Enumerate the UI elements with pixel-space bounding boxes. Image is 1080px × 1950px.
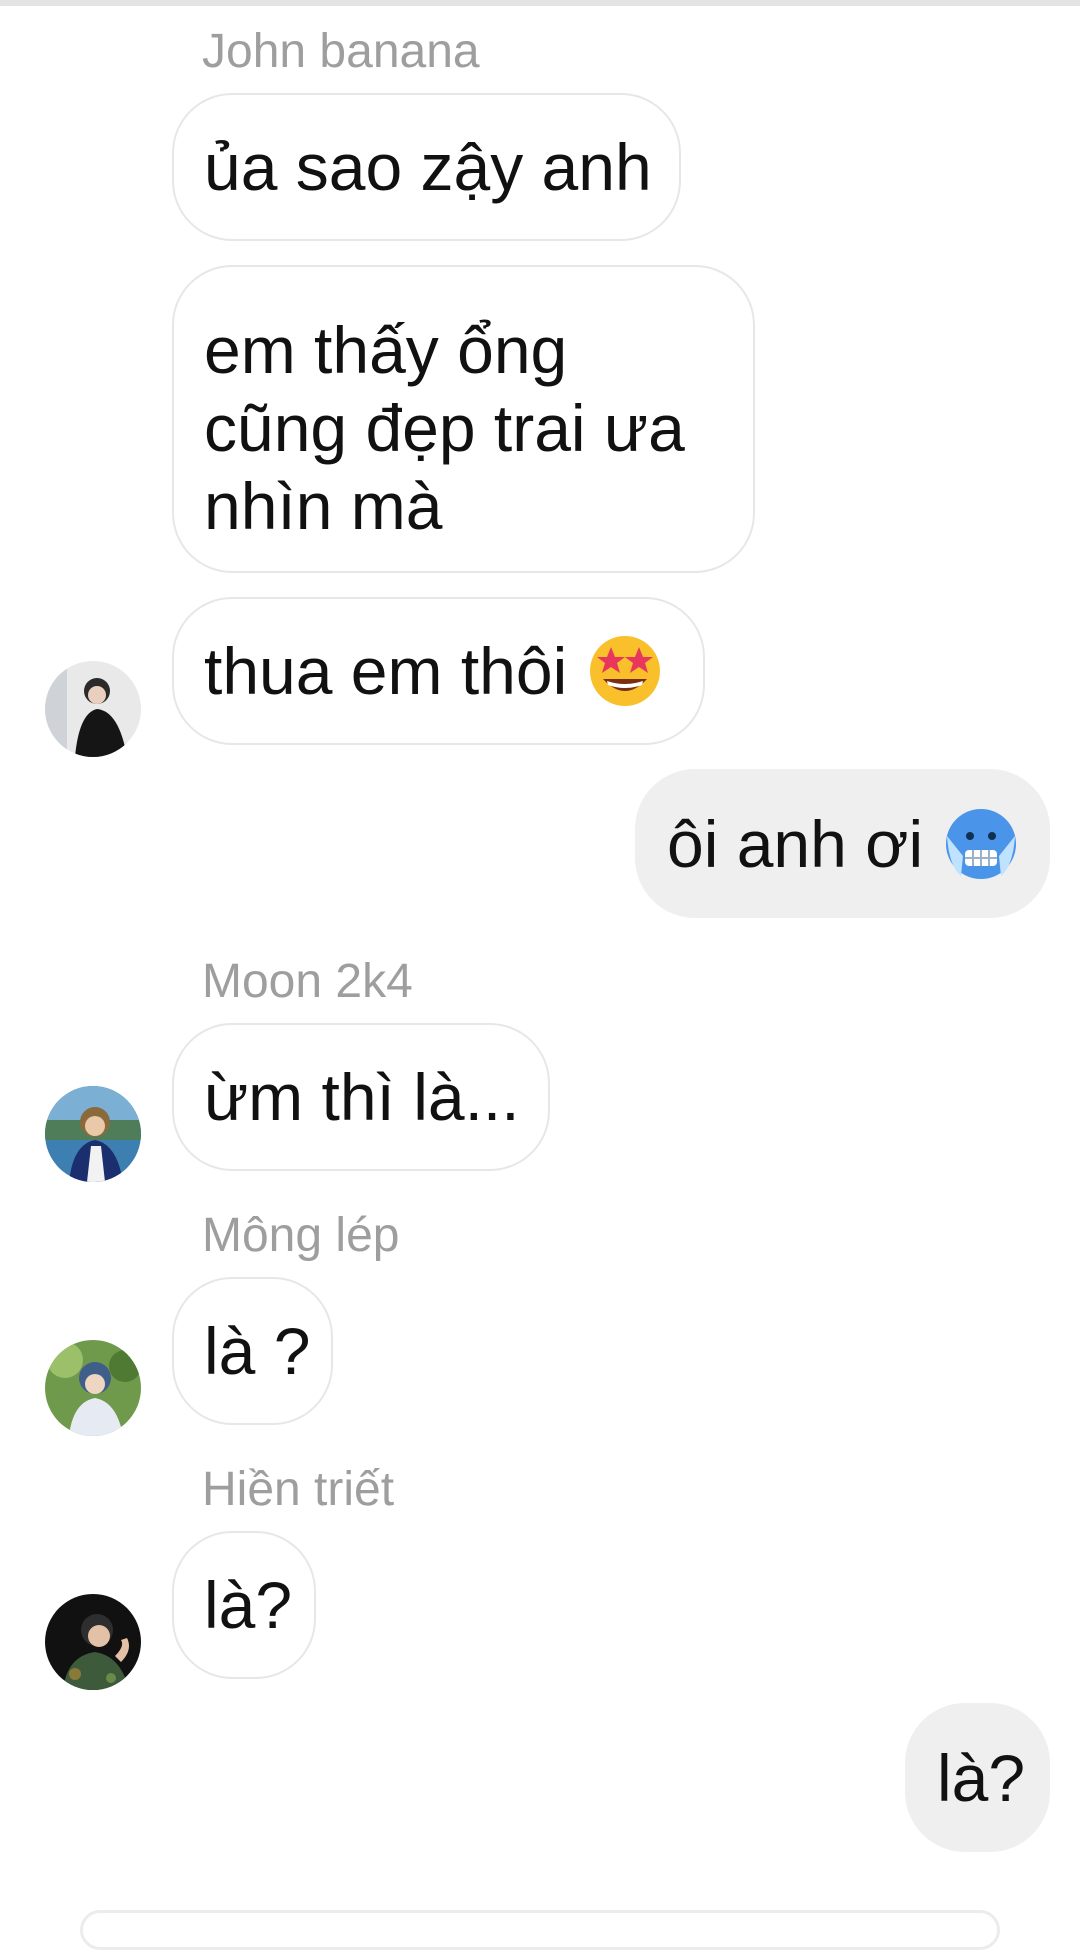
message-bubble[interactable]: là ? [172,1277,333,1425]
message-input-bar[interactable] [80,1910,1000,1950]
avatar[interactable] [45,661,141,757]
message-bubble[interactable]: thua em thôi [172,597,705,745]
message-text: ừm thì là... [204,1060,520,1134]
message-bubble-outgoing[interactable]: là? [905,1703,1050,1852]
message-text: là ? [204,1314,311,1388]
message-text: thua em thôi [204,634,568,708]
sender-name: Hiền triết [202,1463,395,1516]
sender-name: Moon 2k4 [202,955,413,1008]
message-text: em thấy ổng cũng đẹp trai ưa nhìn mà [204,313,685,543]
sender-name: John banana [202,25,480,78]
message-text: là? [204,1568,293,1642]
cold-face-emoji-icon [943,806,1019,882]
message-text: là? [937,1740,1026,1815]
message-bubble-outgoing[interactable]: ôi anh ơi [635,769,1050,918]
message-bubble[interactable]: ủa sao zậy anh [172,93,681,241]
top-divider [0,0,1080,6]
message-text: ôi anh ơi [667,806,924,881]
message-text: ủa sao zậy anh [204,130,652,204]
message-bubble[interactable]: là? [172,1531,316,1679]
avatar[interactable] [45,1340,141,1436]
sender-name: Mông lép [202,1209,400,1262]
avatar[interactable] [45,1086,141,1182]
message-bubble[interactable]: em thấy ổng cũng đẹp trai ưa nhìn mà [172,265,755,573]
star-struck-emoji-icon [587,633,663,709]
message-bubble[interactable]: ừm thì là... [172,1023,550,1171]
avatar[interactable] [45,1594,141,1690]
